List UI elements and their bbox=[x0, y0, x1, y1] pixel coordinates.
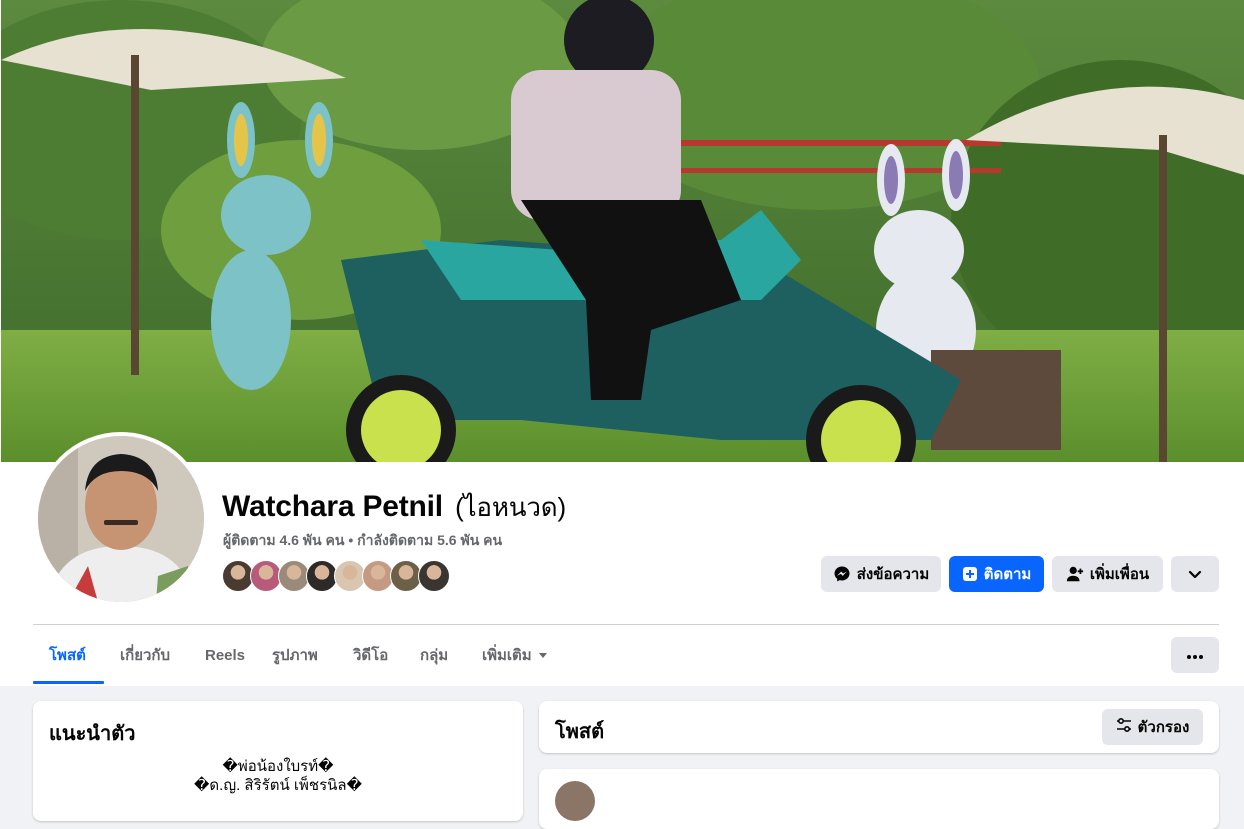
messenger-icon bbox=[833, 565, 851, 583]
profile-name-text: Watchara Petnil bbox=[222, 490, 443, 523]
add-friend-button[interactable]: เพิ่มเพื่อน bbox=[1052, 556, 1163, 592]
tab-videos[interactable]: วิดีโอ bbox=[353, 626, 388, 684]
post-author-avatar[interactable] bbox=[555, 781, 595, 821]
posts-header-card: โพสต์ ตัวกรอง bbox=[539, 701, 1219, 753]
header-divider bbox=[33, 624, 1219, 625]
friend-avatar[interactable] bbox=[418, 560, 450, 592]
add-friend-button-label: เพิ่มเพื่อน bbox=[1089, 566, 1150, 583]
message-button[interactable]: ส่งข้อความ bbox=[821, 556, 941, 592]
intro-card: แนะนำตัว �พ่อน้องใบรท์� �ด.ญ. สิริรัตน์ … bbox=[33, 701, 523, 821]
follower-stats[interactable]: ผู้ติดตาม 4.6 พัน คน • กำลังติดตาม 5.6 พ… bbox=[223, 530, 502, 552]
cover-photo[interactable] bbox=[1, 0, 1244, 462]
tabs-more-button[interactable] bbox=[1171, 637, 1219, 673]
intro-bio-line-2: �ด.ญ. สิริรัตน์ เพ็ชรนิล� bbox=[194, 777, 362, 794]
intro-title: แนะนำตัว bbox=[49, 723, 136, 745]
tab-about[interactable]: เกี่ยวกับ bbox=[120, 626, 170, 684]
profile-options-dropdown[interactable] bbox=[1171, 556, 1219, 592]
follow-button-label: ติดตาม bbox=[983, 566, 1032, 583]
follow-button[interactable]: ติดตาม bbox=[949, 556, 1044, 592]
tab-reels[interactable]: Reels bbox=[205, 626, 245, 684]
more-dots-icon bbox=[1187, 646, 1203, 664]
tab-groups[interactable]: กลุ่ม bbox=[420, 626, 448, 684]
tab-more[interactable]: เพิ่มเติม bbox=[482, 626, 548, 684]
active-tab-indicator bbox=[33, 681, 104, 684]
chevron-down-icon bbox=[1187, 566, 1203, 582]
tab-posts[interactable]: โพสต์ bbox=[49, 626, 86, 684]
profile-name: Watchara Petnil (ไอหนวด) bbox=[222, 487, 566, 528]
caret-down-icon bbox=[538, 650, 548, 660]
filter-sliders-icon bbox=[1116, 717, 1132, 737]
profile-alt-name: (ไอหนวด) bbox=[455, 492, 566, 522]
tab-photos[interactable]: รูปภาพ bbox=[272, 626, 318, 684]
filter-button-label: ตัวกรอง bbox=[1137, 719, 1190, 736]
message-button-label: ส่งข้อความ bbox=[856, 566, 930, 583]
follow-plus-icon bbox=[962, 566, 978, 582]
posts-title: โพสต์ bbox=[555, 721, 605, 743]
add-person-icon bbox=[1066, 565, 1084, 583]
profile-avatar[interactable] bbox=[38, 436, 204, 602]
post-card bbox=[539, 769, 1219, 829]
filter-button[interactable]: ตัวกรอง bbox=[1102, 709, 1203, 745]
